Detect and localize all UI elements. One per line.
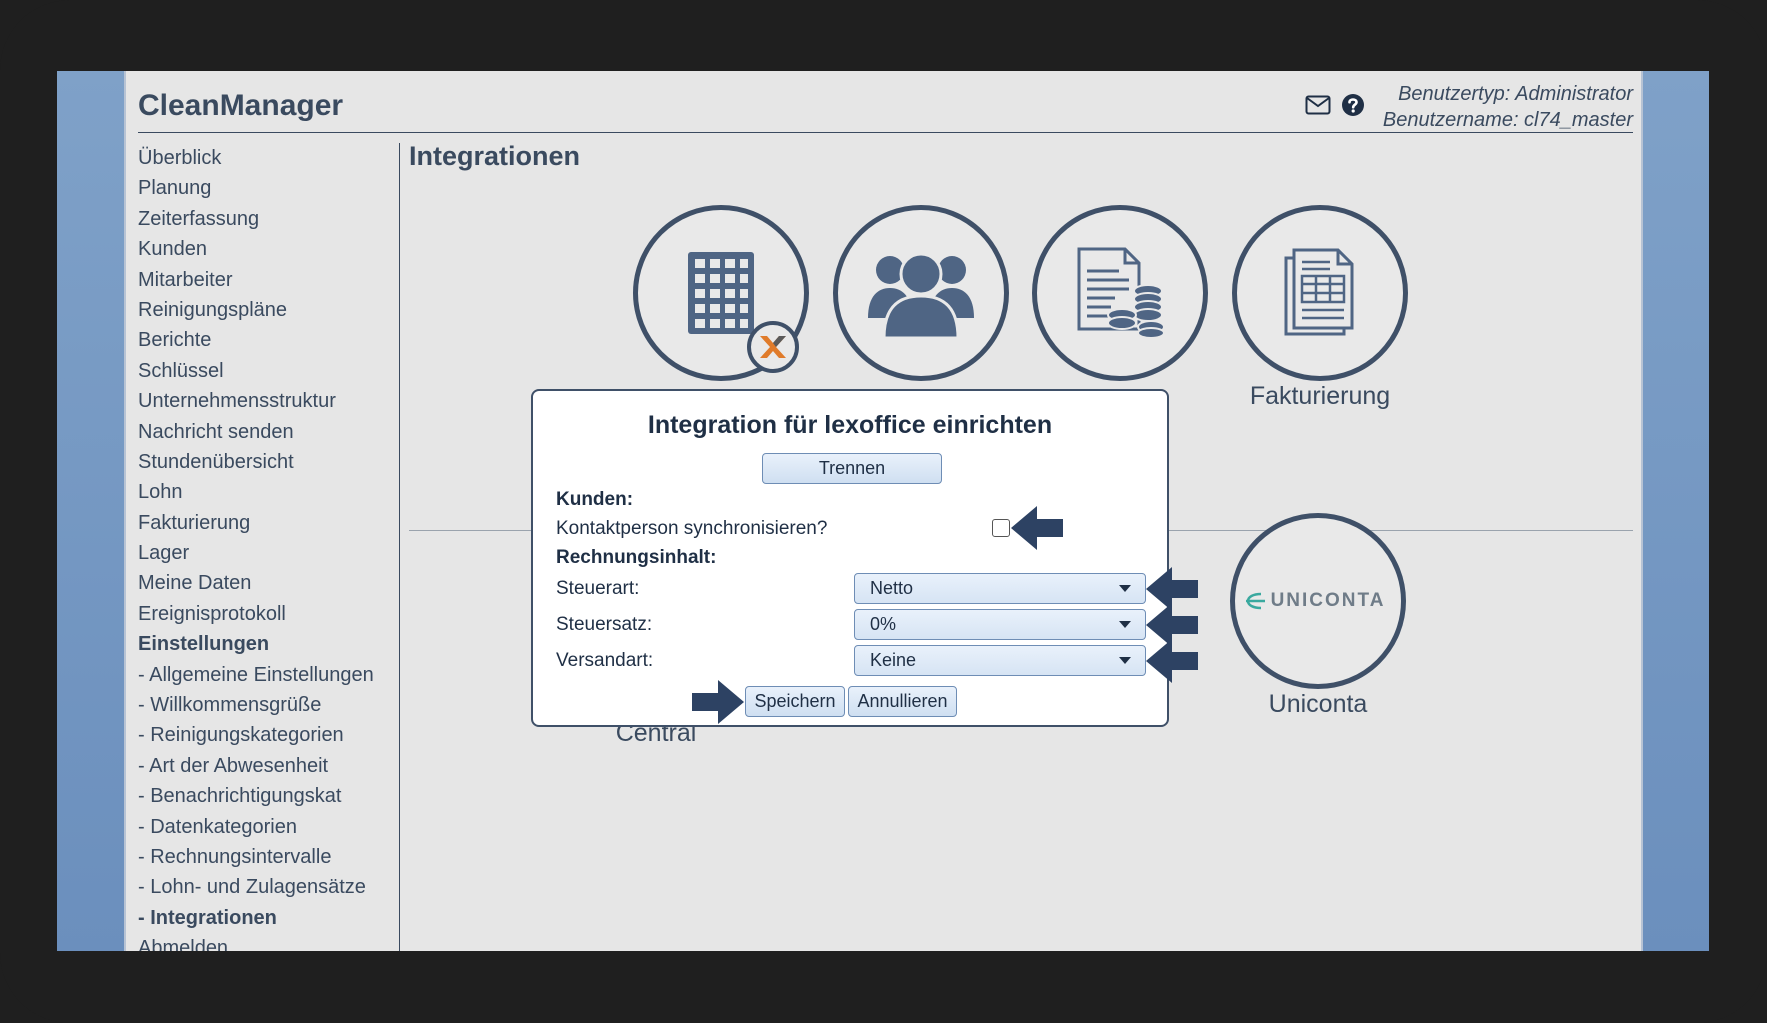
tile-fakturierung-integration[interactable] — [1232, 205, 1408, 381]
arrow-left-icon — [1146, 639, 1198, 683]
document-coins-icon — [1077, 247, 1165, 339]
disconnect-button[interactable]: Trennen — [762, 453, 942, 484]
header-icons — [1305, 93, 1365, 122]
header-divider — [138, 132, 1633, 133]
screen: CleanManager Benutzertyp: Administrator … — [57, 71, 1709, 951]
chevron-down-icon — [1119, 657, 1131, 664]
users-group-icon — [868, 252, 974, 338]
tax-type-value: Netto — [870, 578, 914, 598]
sidebar-subitem-reinigungskategorien[interactable]: - Reinigungskategorien — [138, 720, 388, 750]
sidebar-subitem-willkommensgruesse[interactable]: - Willkommensgrüße — [138, 690, 388, 720]
sidebar-item-kunden[interactable]: Kunden — [138, 234, 388, 264]
sidebar-subitem-lohn-zulagensaetze[interactable]: - Lohn- und Zulagensätze — [138, 872, 388, 902]
uniconta-logo: UNICONTA — [1245, 590, 1386, 612]
arrow-right-icon — [692, 680, 744, 724]
tile-mitarbeiter-integration[interactable] — [833, 205, 1009, 381]
sidebar-item-unternehmensstruktur[interactable]: Unternehmensstruktur — [138, 386, 388, 416]
sidebar-item-planung[interactable]: Planung — [138, 173, 388, 203]
sidebar-item-meine-daten[interactable]: Meine Daten — [138, 568, 388, 598]
tile-uniconta-integration[interactable]: UNICONTA — [1230, 513, 1406, 689]
sidebar-item-lohn[interactable]: Lohn — [138, 477, 388, 507]
shipping-value: Keine — [870, 650, 917, 670]
uniconta-mark-icon — [1245, 592, 1265, 610]
sidebar-subitem-integrationen[interactable]: - Integrationen — [138, 903, 388, 933]
tile-label-uniconta: Uniconta — [1268, 690, 1368, 718]
sync-contact-label: Kontaktperson synchronisieren? — [556, 518, 828, 539]
invoice-spreadsheet-icon — [1284, 248, 1354, 336]
sidebar-item-ueberblick[interactable]: Überblick — [138, 143, 388, 173]
sidebar-item-schluessel[interactable]: Schlüssel — [138, 356, 388, 386]
sidebar-subitem-benachrichtigungskat[interactable]: - Benachrichtigungskat — [138, 781, 388, 811]
sidebar-item-abmelden[interactable]: Abmelden — [138, 933, 388, 951]
user-name: Benutzername: cl74_master — [1382, 109, 1633, 131]
tile-label-fakturierung: Fakturierung — [1249, 382, 1391, 410]
tax-rate-label: Steuersatz: — [556, 614, 653, 635]
sidebar-subitem-art-der-abwesenheit[interactable]: - Art der Abwesenheit — [138, 751, 388, 781]
arrow-left-icon — [1011, 506, 1063, 550]
shipping-label: Versandart: — [556, 650, 654, 671]
section-kunden-label: Kunden: — [556, 489, 634, 510]
sidebar-subitem-allgemeine-einstellungen[interactable]: - Allgemeine Einstellungen — [138, 660, 388, 690]
cancel-button[interactable]: Annullieren — [848, 686, 957, 717]
save-button[interactable]: Speichern — [745, 686, 845, 717]
sync-contact-checkbox[interactable] — [992, 519, 1010, 537]
sidebar-item-nachricht-senden[interactable]: Nachricht senden — [138, 417, 388, 447]
sidebar: Überblick Planung Zeiterfassung Kunden M… — [138, 143, 388, 951]
sidebar-item-mitarbeiter[interactable]: Mitarbeiter — [138, 265, 388, 295]
exact-logo-icon — [747, 321, 799, 373]
tax-type-select[interactable]: Netto — [854, 573, 1146, 604]
dialog-title: Integration für lexoffice einrichten — [647, 411, 1053, 439]
sidebar-item-fakturierung[interactable]: Fakturierung — [138, 508, 388, 538]
sidebar-item-zeiterfassung[interactable]: Zeiterfassung — [138, 204, 388, 234]
sidebar-subitem-rechnungsintervalle[interactable]: - Rechnungsintervalle — [138, 842, 388, 872]
sidebar-item-stundenuebersicht[interactable]: Stundenübersicht — [138, 447, 388, 477]
uniconta-wordmark: UNICONTA — [1270, 590, 1386, 611]
sidebar-item-berichte[interactable]: Berichte — [138, 325, 388, 355]
sidebar-subitem-datenkategorien[interactable]: - Datenkategorien — [138, 812, 388, 842]
sidebar-item-ereignisprotokoll[interactable]: Ereignisprotokoll — [138, 599, 388, 629]
app-logo[interactable]: CleanManager — [138, 89, 343, 123]
sidebar-item-reinigungsplaene[interactable]: Reinigungspläne — [138, 295, 388, 325]
app-page: CleanManager Benutzertyp: Administrator … — [124, 71, 1643, 951]
lexoffice-integration-dialog: Integration für lexoffice einrichten Tre… — [531, 389, 1169, 727]
sidebar-item-lager[interactable]: Lager — [138, 538, 388, 568]
tile-lohn-integration[interactable] — [1032, 205, 1208, 381]
section-rechnungsinhalt-label: Rechnungsinhalt: — [556, 547, 717, 568]
user-type: Benutzertyp: Administrator — [1398, 83, 1633, 105]
user-info: Benutzertyp: Administrator Benutzername:… — [1383, 81, 1633, 133]
device-frame: CleanManager Benutzertyp: Administrator … — [0, 0, 1767, 1023]
mail-icon[interactable] — [1305, 95, 1331, 120]
help-icon[interactable] — [1341, 93, 1365, 122]
building-icon — [688, 252, 754, 334]
tax-rate-select[interactable]: 0% — [854, 609, 1146, 640]
sidebar-divider — [399, 143, 400, 951]
shipping-select[interactable]: Keine — [854, 645, 1146, 676]
page-title: Integrationen — [409, 141, 581, 171]
chevron-down-icon — [1119, 621, 1131, 628]
sidebar-item-einstellungen[interactable]: Einstellungen — [138, 629, 388, 659]
tax-rate-value: 0% — [870, 614, 897, 634]
tax-type-label: Steuerart: — [556, 578, 640, 599]
chevron-down-icon — [1119, 585, 1131, 592]
